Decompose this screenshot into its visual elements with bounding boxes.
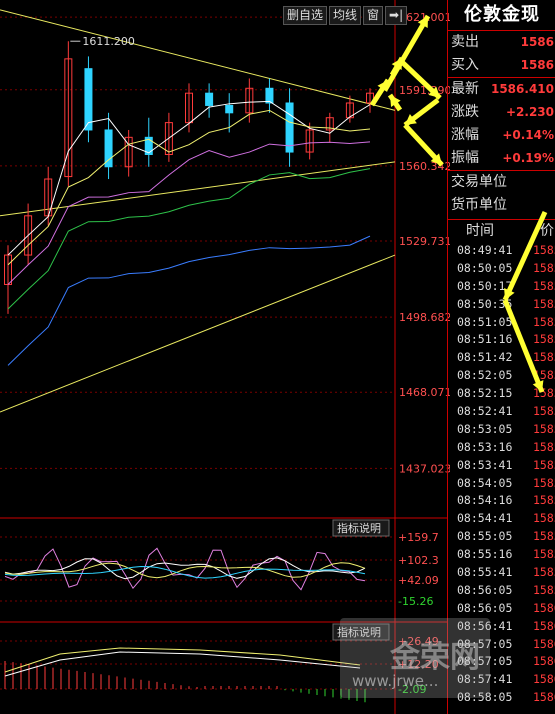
tick-row: 08:54:161585 — [457, 493, 555, 508]
watermark-brand: 金荣网 — [390, 640, 480, 675]
indicator1-tick: +42.09 — [398, 574, 439, 587]
window-button[interactable]: 窗 — [363, 6, 384, 25]
price-tick-label: 1468.071 — [399, 386, 450, 399]
candle-body — [205, 92, 214, 106]
exit-icon[interactable]: ➡| — [385, 6, 408, 25]
quote-row: 振幅 +0.19% — [451, 150, 554, 166]
tick-row: 08:54:051585 — [457, 475, 555, 490]
price-tick-label: 1560.342 — [399, 160, 450, 173]
tick-row: 08:54:411585 — [457, 511, 555, 526]
tick-row: 08:50:051585 — [457, 260, 555, 275]
candle-body — [84, 68, 93, 131]
tick-row: 08:51:161585 — [457, 332, 555, 347]
col-time-header: 时间 — [466, 223, 494, 239]
ma-yellow-line — [7, 109, 371, 266]
candle-body — [285, 102, 294, 153]
ma-purple-line — [7, 141, 371, 285]
quote-row: 买入 1586 — [451, 57, 554, 73]
quote-row: 卖出 1586 — [451, 34, 554, 50]
tick-row: 08:52:151585 — [457, 386, 555, 401]
candle-body — [104, 129, 113, 168]
indicator1-help-button-label: 指标说明 — [337, 521, 381, 535]
quote-row: 最新 1586.410 — [451, 81, 554, 97]
price-tick-label: 1437.023 — [399, 462, 450, 475]
tick-table-header: 时间 价 — [448, 219, 555, 242]
indicator1-tick: +159.7 — [398, 531, 439, 544]
delete-watchlist-button[interactable]: 删自选 — [283, 6, 328, 25]
tick-row: 08:55:411585 — [457, 565, 555, 580]
trend-line-lower — [0, 254, 396, 413]
tick-row: 08:52:051585 — [457, 368, 555, 383]
price-tick-label: 1591.390 — [399, 84, 450, 97]
candle-body — [225, 104, 234, 114]
tick-row: 08:50:351585 — [457, 296, 555, 311]
tick-row: 08:56:051586 — [457, 600, 555, 615]
quote-row: 涨跌 +2.230 — [451, 104, 554, 120]
tick-row: 08:55:051585 — [457, 529, 555, 544]
tick-row: 08:51:051585 — [457, 314, 555, 329]
instrument-title: 伦敦金现 — [448, 0, 555, 31]
tick-row: 08:56:051585 — [457, 582, 555, 597]
tick-row: 08:53:411585 — [457, 457, 555, 472]
candle-body — [265, 87, 274, 104]
indicator1-tick: +102.3 — [398, 554, 439, 567]
col-price-header: 价 — [540, 223, 554, 239]
trade-unit-row: 交易单位 — [448, 170, 555, 194]
tick-row: 08:52:411585 — [457, 404, 555, 419]
high-label: 1611.200 — [82, 35, 135, 48]
watermark-url: www.jrwe... — [352, 672, 439, 690]
tick-row: 08:53:161585 — [457, 439, 555, 454]
tick-row: 08:49:411585 — [457, 243, 555, 257]
tick-row: 08:51:421585 — [457, 350, 555, 365]
candlestick-chart[interactable]: 1621.0011591.3901560.3421529.7311498.682… — [0, 0, 450, 714]
ma-blue-line — [7, 235, 371, 366]
tick-row: 08:50:171585 — [457, 278, 555, 293]
quote-panel: 伦敦金现 卖出 1586 买入 1586 最新 1586.410 涨跌 +2.230 涨幅 +0.… — [447, 0, 555, 714]
tick-row: 08:55:161585 — [457, 547, 555, 562]
price-tick-label: 1529.731 — [399, 235, 450, 248]
indicator1-tick: -15.26 — [398, 595, 433, 608]
trend-line-middle — [0, 161, 396, 217]
price-tick-label: 1498.682 — [399, 311, 450, 324]
quote-row: 涨幅 +0.14% — [451, 127, 554, 143]
tick-row: 08:53:051585 — [457, 421, 555, 436]
moving-average-button[interactable]: 均线 — [329, 6, 362, 25]
chart-toolbar: 删自选 均线 窗 ➡| — [283, 6, 408, 25]
currency-unit-row: 货币单位 — [451, 197, 507, 213]
